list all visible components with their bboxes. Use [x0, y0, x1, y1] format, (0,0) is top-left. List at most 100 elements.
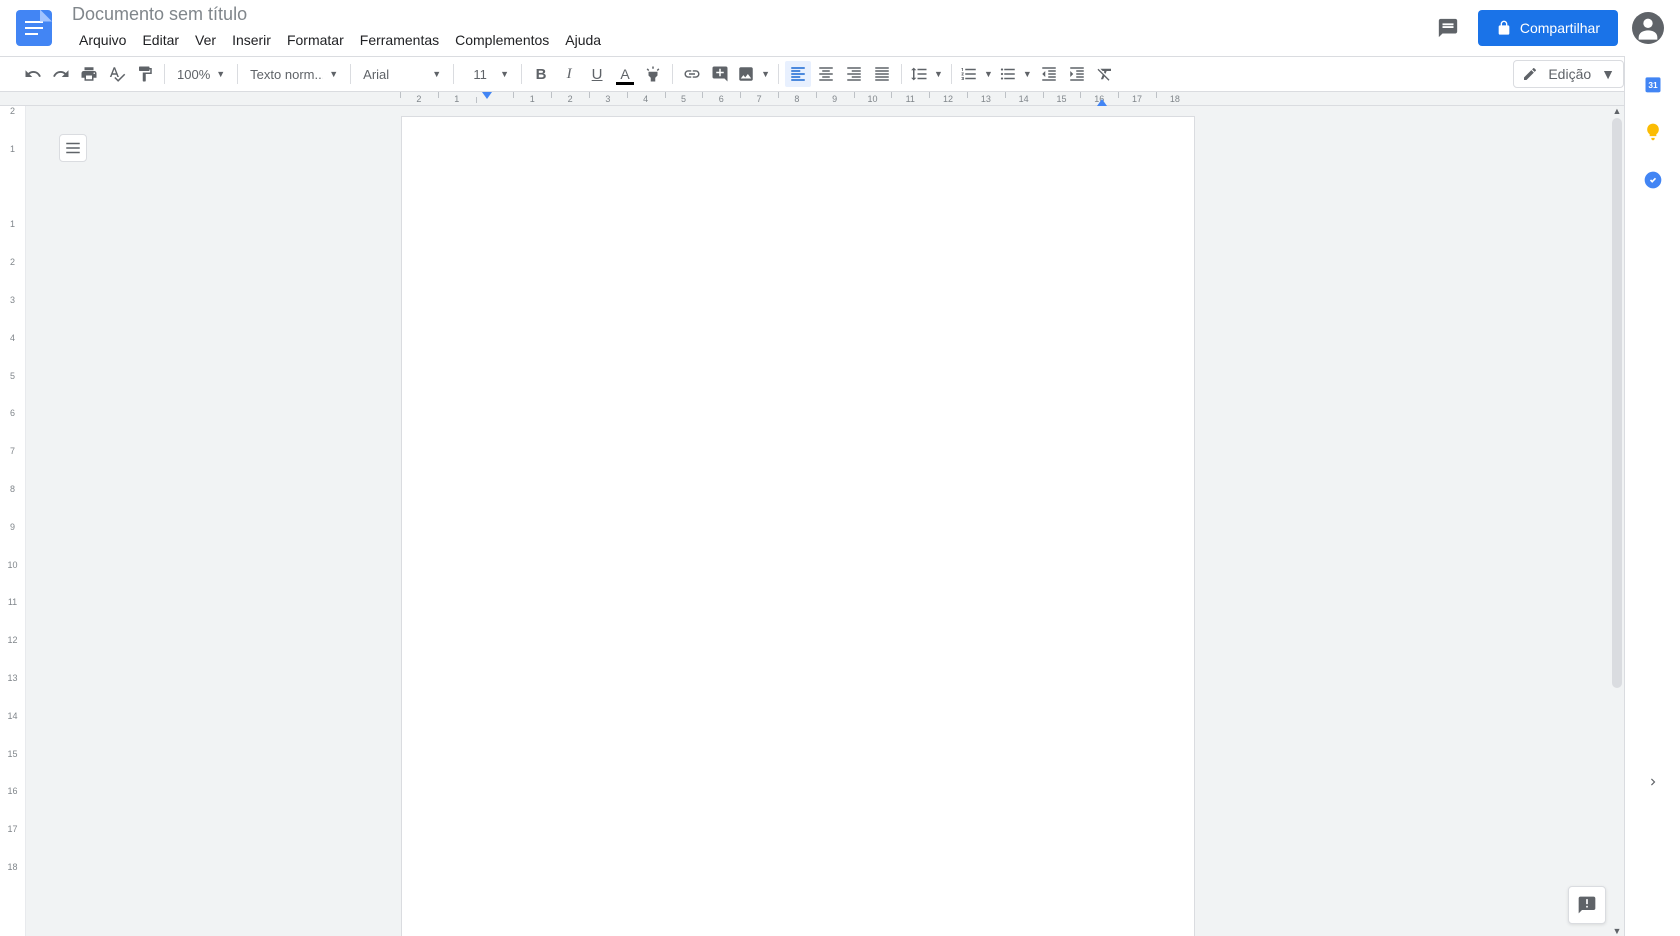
ruler-tick: 4 [627, 94, 665, 104]
line-spacing-dropdown[interactable]: ▼ [908, 61, 945, 87]
menu-arquivo[interactable]: Arquivo [72, 28, 133, 52]
chevron-down-icon: ▼ [761, 69, 770, 79]
redo-icon [52, 65, 70, 83]
share-button[interactable]: Compartilhar [1478, 10, 1618, 46]
align-right-button[interactable] [841, 61, 867, 87]
image-dropdown[interactable]: ▼ [735, 61, 772, 87]
align-left-icon [789, 65, 807, 83]
tasks-app-button[interactable] [1643, 170, 1663, 190]
numbered-list-dropdown[interactable]: ▼ [958, 61, 995, 87]
ruler-tick: 5 [0, 371, 25, 381]
indent-increase-button[interactable] [1064, 61, 1090, 87]
ruler-tick: 18 [0, 862, 25, 872]
zoom-dropdown[interactable]: 100% ▼ [171, 61, 231, 87]
toolbar-separator [164, 64, 165, 84]
ruler-tick: 11 [891, 94, 929, 104]
right-indent-marker[interactable] [1097, 98, 1107, 106]
menu-formatar[interactable]: Formatar [280, 28, 351, 52]
ruler-tick: 5 [665, 94, 703, 104]
comment-icon [1437, 17, 1459, 39]
toolbar-separator [521, 64, 522, 84]
style-dropdown[interactable]: Texto norm...▼ [244, 61, 344, 87]
ruler-tick: 17 [0, 824, 25, 834]
ruler-tick: 12 [0, 635, 25, 645]
comments-button[interactable] [1432, 12, 1464, 44]
clear-format-icon [1096, 65, 1114, 83]
ruler-tick: 14 [0, 711, 25, 721]
ruler-tick: 2 [400, 94, 438, 104]
print-icon [80, 65, 98, 83]
bold-icon: B [536, 66, 547, 83]
chevron-down-icon: ▼ [934, 69, 943, 79]
user-avatar[interactable] [1632, 12, 1664, 44]
ruler-tick: 9 [0, 522, 25, 532]
menu-editar[interactable]: Editar [135, 28, 186, 52]
menu-inserir[interactable]: Inserir [225, 28, 278, 52]
bullet-list-dropdown[interactable]: ▼ [997, 61, 1034, 87]
menu-complementos[interactable]: Complementos [448, 28, 556, 52]
scroll-up-arrow[interactable]: ▲ [1612, 106, 1622, 116]
spellcheck-button[interactable] [104, 61, 130, 87]
tasks-icon [1643, 170, 1663, 190]
ruler-tick: 7 [740, 94, 778, 104]
zoom-value: 100% [177, 67, 210, 82]
calendar-app-button[interactable]: 31 [1643, 74, 1663, 94]
chevron-down-icon: ▼ [1023, 69, 1032, 79]
menu-ver[interactable]: Ver [188, 28, 223, 52]
font-size-input[interactable] [466, 67, 494, 82]
side-panel: 31 [1624, 56, 1680, 936]
bold-button[interactable]: B [528, 61, 554, 87]
ruler-tick: 15 [0, 749, 25, 759]
keep-app-button[interactable] [1643, 122, 1663, 142]
italic-button[interactable]: I [556, 61, 582, 87]
add-comment-icon [711, 65, 729, 83]
header-right: Compartilhar [1432, 10, 1664, 46]
highlight-button[interactable] [640, 61, 666, 87]
align-justify-button[interactable] [869, 61, 895, 87]
document-title-input[interactable] [72, 4, 472, 26]
indent-decrease-button[interactable] [1036, 61, 1062, 87]
edit-mode-label: Edição [1548, 66, 1591, 82]
menu-ajuda[interactable]: Ajuda [558, 28, 608, 52]
spellcheck-icon [108, 65, 126, 83]
font-size-dropdown[interactable]: ▼ [460, 61, 515, 87]
explore-icon [1577, 895, 1597, 915]
ruler-tick: 18 [1156, 94, 1194, 104]
font-dropdown[interactable]: Arial▼ [357, 61, 447, 87]
text-color-button[interactable]: A [612, 61, 638, 87]
docs-logo[interactable] [16, 10, 52, 46]
document-page[interactable] [401, 116, 1195, 936]
chevron-down-icon: ▼ [216, 69, 225, 79]
vertical-scrollbar[interactable]: ▲ ▼ [1610, 106, 1624, 936]
first-line-indent-marker[interactable] [482, 92, 492, 100]
menu-ferramentas[interactable]: Ferramentas [353, 28, 446, 52]
insert-comment-button[interactable] [707, 61, 733, 87]
clear-format-button[interactable] [1092, 61, 1118, 87]
italic-icon: I [567, 66, 572, 83]
scroll-thumb[interactable] [1612, 118, 1622, 688]
link-button[interactable] [679, 61, 705, 87]
vertical-ruler[interactable]: 21123456789101112131415161718 [0, 106, 26, 936]
chevron-down-icon: ▼ [1601, 66, 1615, 82]
side-panel-expand-button[interactable] [1639, 768, 1667, 796]
ruler-tick: 2 [551, 94, 589, 104]
undo-icon [24, 65, 42, 83]
numbered-list-icon [960, 65, 978, 83]
paint-format-button[interactable] [132, 61, 158, 87]
toolbar-separator [350, 64, 351, 84]
undo-button[interactable] [20, 61, 46, 87]
ruler-tick: 13 [967, 94, 1005, 104]
explore-button[interactable] [1568, 886, 1606, 924]
scroll-down-arrow[interactable]: ▼ [1612, 926, 1622, 936]
align-center-button[interactable] [813, 61, 839, 87]
print-button[interactable] [76, 61, 102, 87]
horizontal-ruler[interactable]: 21123456789101112131415161718 [0, 92, 1680, 106]
edit-mode-dropdown[interactable]: Edição ▼ [1513, 60, 1624, 88]
underline-button[interactable]: U [584, 61, 610, 87]
toolbar-separator [237, 64, 238, 84]
redo-button[interactable] [48, 61, 74, 87]
ruler-tick: 8 [778, 94, 816, 104]
align-left-button[interactable] [785, 61, 811, 87]
document-outline-button[interactable] [59, 134, 87, 162]
align-center-icon [817, 65, 835, 83]
